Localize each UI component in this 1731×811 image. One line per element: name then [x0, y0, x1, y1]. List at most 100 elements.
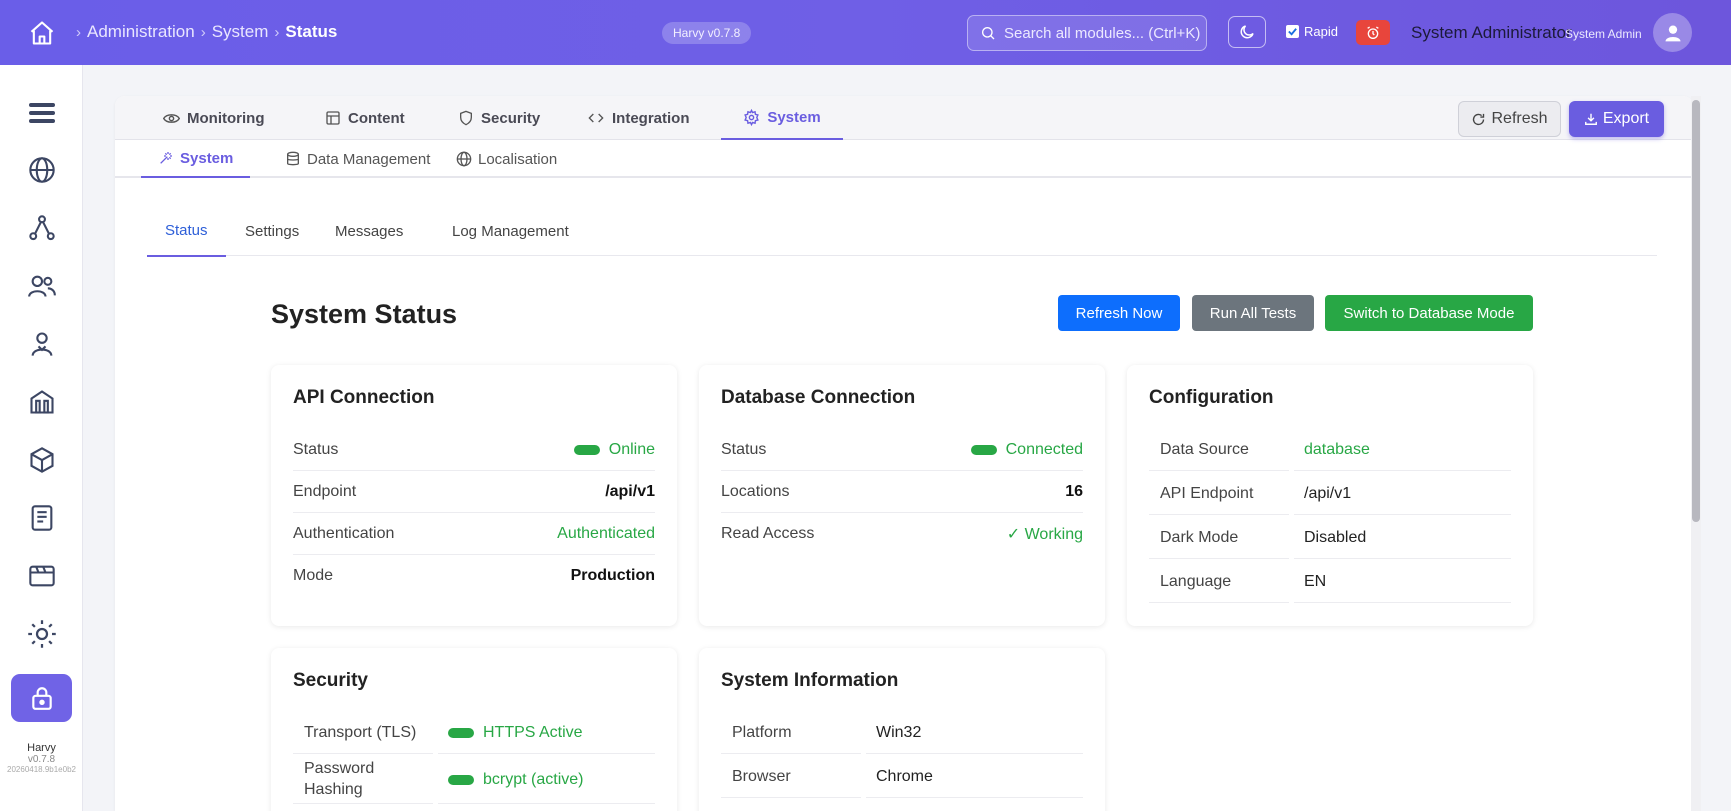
status-dot-icon — [448, 774, 474, 785]
row-value: HTTPS Active — [438, 713, 655, 754]
api-mode-row: Mode Production — [293, 555, 655, 597]
api-status-value: Online — [608, 440, 655, 458]
security-card: Security Transport (TLS) HTTPS Active Pa… — [271, 648, 677, 811]
rapid-toggle[interactable]: Rapid — [1286, 24, 1338, 39]
scrollbar-thumb[interactable] — [1692, 100, 1700, 522]
config-language-row: Language EN — [1149, 561, 1511, 604]
subtab-system[interactable]: System — [141, 140, 251, 178]
tab-messages[interactable]: Messages — [317, 206, 421, 256]
export-button[interactable]: Export — [1569, 101, 1664, 137]
configuration-card: Configuration Data Source database API E… — [1127, 365, 1533, 626]
sidebar: Harvy v0.7.8 20260418.9b1e0b2 — [0, 65, 83, 811]
tab-integration[interactable]: Integration — [579, 96, 698, 140]
row-value: Chrome — [866, 757, 1083, 798]
security-tls-row: Transport (TLS) HTTPS Active — [293, 712, 655, 755]
tab-log-management[interactable]: Log Management — [434, 206, 587, 256]
alarm-button[interactable] — [1356, 20, 1390, 45]
sidebar-item-globe[interactable] — [11, 146, 72, 194]
status-tabs: Status Settings Messages Log Management — [147, 206, 1657, 257]
footer-version: v0.7.8 — [27, 754, 56, 765]
row-value: /api/v1 — [1294, 474, 1511, 515]
sidebar-item-cube[interactable] — [11, 436, 72, 484]
row-key: Authentication — [293, 524, 395, 542]
search-input[interactable] — [1004, 24, 1204, 42]
breadcrumb-system[interactable]: System — [212, 22, 269, 42]
globe-icon — [456, 151, 472, 167]
db-locations-row: Locations 16 — [721, 471, 1083, 513]
tab-label: Security — [481, 109, 541, 127]
sidebar-footer: Harvy v0.7.8 20260418.9b1e0b2 — [0, 742, 83, 774]
card-title: System Information — [721, 670, 899, 691]
row-key: Endpoint — [293, 482, 357, 500]
row-key: Status — [293, 440, 339, 458]
user-name[interactable]: System Administrator — [1411, 23, 1572, 43]
row-key: Mode — [293, 567, 334, 584]
rapid-label: Rapid — [1304, 24, 1338, 39]
refresh-button[interactable]: Refresh — [1458, 101, 1561, 137]
sidebar-item-document[interactable] — [11, 494, 72, 542]
database-icon — [287, 151, 299, 166]
sun-icon — [27, 620, 56, 648]
dark-mode-toggle[interactable] — [1228, 16, 1266, 48]
sidebar-item-panel[interactable] — [11, 552, 72, 600]
tab-label: System — [767, 108, 821, 126]
subtab-data-management[interactable]: Data Management — [268, 140, 447, 178]
row-value: Connected — [970, 441, 1083, 459]
subtab-label: Data Management — [307, 150, 431, 168]
card-title: Security — [293, 670, 368, 691]
sidebar-menu[interactable] — [11, 89, 72, 137]
run-all-tests-button[interactable]: Run All Tests — [1192, 295, 1314, 331]
tab-security[interactable]: Security — [450, 96, 548, 140]
row-value: EN — [1294, 562, 1511, 603]
home-icon[interactable] — [28, 19, 56, 47]
tab-label: Monitoring — [187, 109, 265, 127]
breadcrumb-administration[interactable]: Administration — [87, 22, 195, 42]
status-dot-icon — [970, 444, 997, 455]
sidebar-item-user[interactable] — [11, 320, 72, 368]
row-key: Transport (TLS) — [293, 713, 433, 754]
hashing-status-value: bcrypt (active) — [483, 770, 584, 788]
menu-icon — [28, 103, 55, 123]
row-value: bcrypt (active) — [438, 756, 655, 804]
sidebar-item-network[interactable] — [11, 204, 72, 252]
row-value: /api/v1 — [605, 482, 655, 500]
user-role: System Admin — [1565, 27, 1642, 41]
subtab-localisation[interactable]: Localisation — [439, 140, 574, 178]
magic-icon — [160, 152, 172, 164]
page-title: System Status — [271, 299, 458, 329]
card-title: API Connection — [293, 387, 435, 408]
tab-status[interactable]: Status — [147, 206, 226, 257]
rapid-checkbox[interactable] — [1286, 25, 1299, 38]
row-value: Production — [570, 567, 655, 584]
cube-icon — [29, 447, 54, 473]
sidebar-item-users[interactable] — [11, 262, 72, 310]
breadcrumb-current: Status — [285, 22, 338, 41]
users-icon — [27, 275, 56, 297]
sidebar-item-security[interactable] — [11, 674, 72, 722]
network-icon — [28, 215, 55, 241]
eye-icon — [163, 113, 180, 123]
tab-monitoring[interactable]: Monitoring — [155, 96, 272, 140]
switch-mode-button[interactable]: Switch to Database Mode — [1325, 295, 1533, 331]
alarm-clock-icon — [1367, 25, 1379, 39]
refresh-label: Refresh — [1491, 110, 1548, 127]
user-avatar-icon — [1665, 25, 1680, 41]
tab-system[interactable]: System — [721, 96, 843, 140]
row-key: Locations — [721, 482, 790, 500]
row-key: Language — [1149, 562, 1289, 603]
db-status-row: Status Connected — [721, 429, 1083, 471]
avatar[interactable] — [1653, 13, 1692, 52]
system-information-card: System Information Platform Win32 Browse… — [699, 648, 1105, 811]
tls-status-value: HTTPS Active — [483, 724, 583, 741]
api-auth-row: Authentication Authenticated — [293, 513, 655, 555]
tab-settings[interactable]: Settings — [227, 206, 317, 256]
sidebar-item-building[interactable] — [11, 378, 72, 426]
global-search[interactable] — [967, 15, 1207, 51]
tab-label: Integration — [612, 109, 690, 127]
tab-content[interactable]: Content — [317, 96, 413, 140]
sidebar-item-settings[interactable] — [11, 610, 72, 658]
row-key: Read Access — [721, 525, 815, 542]
refresh-now-button[interactable]: Refresh Now — [1058, 295, 1180, 331]
row-key: Data Source — [1149, 430, 1289, 471]
main-panel: Monitoring Content Security Integration … — [115, 96, 1693, 811]
